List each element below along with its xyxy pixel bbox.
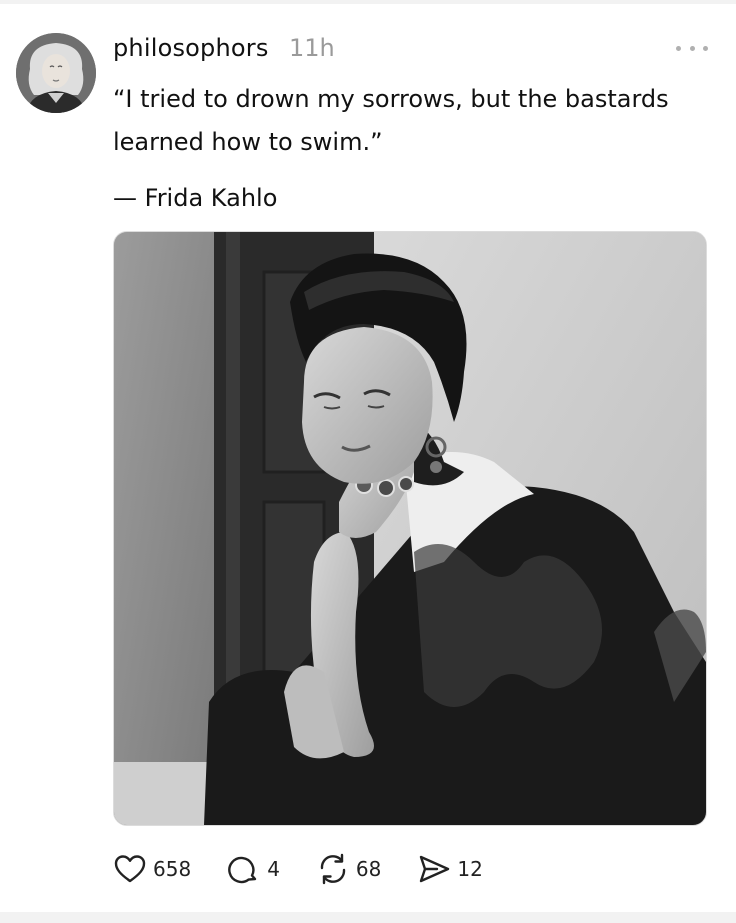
reply-count: 4: [267, 857, 280, 881]
post-timestamp: 11h: [289, 34, 335, 62]
repost-count: 68: [355, 857, 382, 881]
post-image[interactable]: [113, 231, 707, 826]
quote-author: — Frida Kahlo: [113, 184, 278, 212]
share-count: 12: [457, 857, 483, 881]
more-dot: [703, 45, 708, 51]
like-count: 658: [153, 857, 192, 881]
like-button[interactable]: 658: [113, 852, 191, 886]
heart-icon: [114, 855, 146, 883]
reply-button[interactable]: 4: [227, 852, 280, 886]
bottom-divider: [0, 912, 736, 923]
username[interactable]: philosophors: [113, 34, 269, 62]
repost-button[interactable]: 68: [316, 852, 381, 886]
share-button[interactable]: 12: [417, 852, 483, 886]
profile-avatar[interactable]: [16, 33, 96, 113]
post-photo-illustration: [114, 232, 706, 825]
repost-icon: [320, 853, 346, 885]
post-actions: 658 4 68 12: [113, 851, 519, 887]
more-dot: [689, 45, 695, 51]
send-icon: [420, 855, 450, 883]
post-text: “I tried to drown my sorrows, but the ba…: [113, 85, 669, 156]
more-dot: [676, 45, 681, 51]
avatar-portrait-icon: [16, 33, 96, 113]
more-options-icon[interactable]: [676, 36, 708, 60]
comment-icon: [228, 856, 257, 884]
top-divider: [0, 0, 736, 4]
